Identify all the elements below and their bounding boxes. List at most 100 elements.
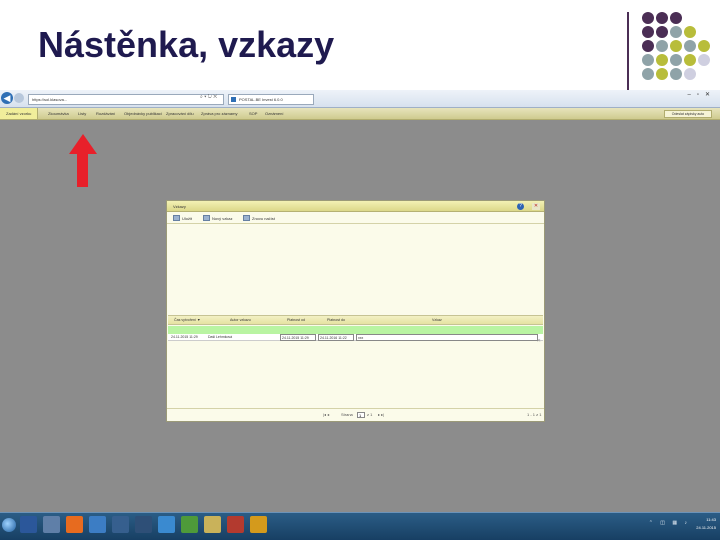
window-controls[interactable]: –▫✕ [688,91,717,98]
app-icon[interactable] [112,516,129,533]
nav-item[interactable]: Listy [78,108,86,119]
row-delete-icon[interactable]: ✕ [537,338,541,344]
decor-dot [642,54,654,66]
table-cell[interactable]: 24.11.2016 11:22 [318,334,354,341]
ie-icon[interactable] [158,516,175,533]
table-cell[interactable]: 24.11.2015 11:29 [280,334,316,341]
browser-app-icon[interactable] [250,516,267,533]
browser-tab[interactable]: POSTAL.BE Invest 6.0.0 [228,94,314,105]
table-cell[interactable]: xxx [356,334,538,341]
filter-row[interactable] [168,326,543,334]
clock[interactable]: 11:43 24.11.2015 [696,516,716,532]
messages-dialog: Vzkazy ? ✕ Uložit Nový vzkaz Znovu načís… [166,200,545,422]
slide: Nástěnka, vzkazy ◀ https://sol.klasova..… [0,0,720,540]
dialog-toolbar: Uložit Nový vzkaz Znovu načíst [167,213,544,224]
excel-icon[interactable] [181,516,198,533]
nav-item[interactable]: SOP [249,108,257,119]
red-arrow-head-icon [69,134,97,154]
nav-item-active[interactable]: Zadání vzorku [0,108,38,119]
decor-dot [684,54,696,66]
decor-dot [656,26,668,38]
save-icon [173,215,180,221]
nav-item[interactable]: Rozdávání [96,108,115,119]
decor-dot [656,12,668,24]
browser-toolbar: ◀ https://sol.klasova... ⌕ ▾ ↻ ✕ POSTAL.… [0,90,720,108]
slide-title: Nástěnka, vzkazy [38,24,335,65]
pager-range: 1 - 1 z 1 [527,412,542,417]
nav-right-button[interactable]: Odeslat zápisky auto [664,110,712,118]
forward-arrow-icon[interactable] [14,93,24,103]
red-arrow-shaft [77,153,88,187]
decor-dot [698,54,710,66]
decor-dot [656,54,668,66]
reload-button[interactable]: Znovu načíst [243,214,275,223]
word-icon[interactable] [20,516,37,533]
taskbar: ⌃ ◫ ▦ ♪ 11:43 24.11.2015 [0,512,720,540]
reload-icon [243,215,250,221]
nav-item[interactable]: Objednávky publikaci [124,108,162,119]
page-input-value: 1 [359,413,362,418]
screenshot: ◀ https://sol.klasova... ⌕ ▾ ↻ ✕ POSTAL.… [0,90,720,540]
start-button-icon[interactable] [2,518,16,532]
decor-dot [684,26,696,38]
nav-item[interactable]: Zpráva pro záznamy [201,108,237,119]
decor-dot [642,12,654,24]
clock-time: 11:43 [706,517,716,522]
decor-dot [642,40,654,52]
pager-prev-icons[interactable]: |◂ ◂ [323,411,329,419]
outlook-icon[interactable] [89,516,106,533]
new-message-label: Nový vzkaz [212,216,233,221]
table-cell: Daši Lehmková [208,335,233,339]
save-button[interactable]: Uložit [173,214,192,223]
dialog-header: Vzkazy ? ✕ [167,201,544,212]
column-header[interactable]: Čas vytvoření ▼ [174,316,201,325]
title-divider [627,12,629,90]
decor-dot [642,26,654,38]
decor-dot [670,68,682,80]
pager: |◂ ◂ Strana 1 z 1 ▸ ▸| 1 - 1 z 1 [167,408,544,420]
pdf-icon[interactable] [227,516,244,533]
decorative-dot-grid [638,10,720,90]
system-tray: ⌃ ◫ ▦ ♪ 11:43 24.11.2015 [620,513,720,540]
firefox-icon[interactable] [66,516,83,533]
media-icon[interactable] [135,516,152,533]
decor-dot [656,40,668,52]
decor-dot [656,68,668,80]
decor-dot [642,68,654,80]
column-header[interactable]: Platnost do [327,316,345,325]
pager-next-icons[interactable]: ▸ ▸| [378,411,384,419]
column-header[interactable]: Vzkaz [432,316,442,325]
table-row[interactable]: 24.11.2015 11:29 Daši Lehmková 24.11.201… [168,334,543,341]
decor-dot [670,12,682,24]
decor-dot [670,26,682,38]
new-message-icon [203,215,210,221]
decor-dot [670,40,682,52]
browser-tab-label: POSTAL.BE Invest 6.0.0 [239,97,283,102]
nav-item[interactable]: Oznámení [265,108,283,119]
reload-label: Znovu načíst [252,216,275,221]
save-label: Uložit [182,216,193,221]
column-header[interactable]: Autor vzkazu [230,316,251,325]
app-nav: Zadání vzorku Zkoumávka Listy Rozdávání … [0,108,720,120]
pager-of-label: z 1 [367,412,373,417]
page-favicon-icon [231,97,236,102]
dialog-title: Vzkazy [173,204,186,209]
back-arrow-icon[interactable]: ◀ [1,92,13,104]
pager-page-label: Strana [341,412,353,417]
explorer-icon[interactable] [43,516,60,533]
new-message-button[interactable]: Nový vzkaz [203,214,232,223]
address-bar-icons[interactable]: ⌕ ▾ ↻ ✕ [200,94,217,100]
close-icon[interactable]: ✕ [532,203,540,210]
decor-dot [684,40,696,52]
page-input[interactable]: 1 [357,412,365,418]
decor-dot [684,68,696,80]
help-icon[interactable]: ? [517,203,524,210]
column-header[interactable]: Platnost od [287,316,305,325]
address-bar[interactable]: https://sol.klasova... [28,94,224,105]
tools-icon[interactable] [204,516,221,533]
nav-item[interactable]: Zpracování dílu [166,108,194,119]
tray-icons[interactable]: ⌃ ◫ ▦ ♪ [649,520,690,526]
nav-item[interactable]: Zkoumávka [48,108,69,119]
decor-dot [670,54,682,66]
decor-dot [698,40,710,52]
